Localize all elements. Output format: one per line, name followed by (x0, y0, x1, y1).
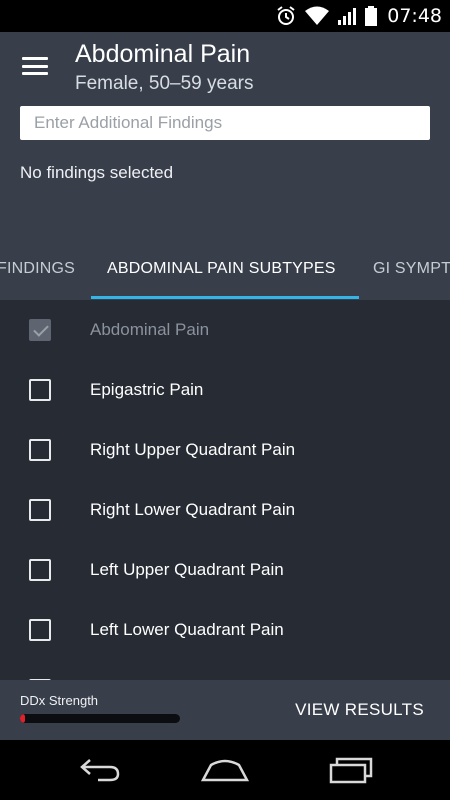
list-item-partial[interactable] (0, 660, 450, 680)
checkbox[interactable] (29, 619, 51, 641)
list-item-label: Epigastric Pain (90, 380, 204, 399)
tab-gi-symptoms[interactable]: GI SYMPT (373, 237, 450, 300)
wifi-icon (305, 6, 330, 26)
list-item-label: Right Upper Quadrant Pain (90, 440, 296, 459)
list-item-label: Abdominal Pain (90, 320, 210, 339)
list-item-label: Left Lower Quadrant Pain (90, 620, 284, 639)
system-nav-bar (0, 740, 450, 800)
app-header: Abdominal Pain Female, 50–59 years No fi… (0, 32, 450, 237)
home-icon[interactable] (200, 754, 250, 786)
ddx-strength-label: DDx Strength (20, 693, 99, 708)
tab-bar: FINDINGS ABDOMINAL PAIN SUBTYPES GI SYMP… (0, 237, 450, 300)
results-footer: DDx Strength VIEW RESULTS (0, 680, 450, 740)
ddx-strength-bar (20, 714, 180, 723)
recents-icon[interactable] (326, 754, 376, 786)
findings-search-input[interactable] (20, 106, 430, 140)
tab-abdominal-pain-subtypes[interactable]: ABDOMINAL PAIN SUBTYPES (107, 237, 336, 300)
list-item[interactable]: Right Upper Quadrant Pain (0, 420, 450, 480)
back-icon[interactable] (75, 754, 125, 786)
page-title: Abdominal Pain (75, 40, 251, 68)
signal-icon (337, 6, 357, 26)
view-results-button[interactable]: VIEW RESULTS (295, 700, 424, 720)
list-item-label: Right Lower Quadrant Pain (90, 500, 296, 519)
findings-status-text: No findings selected (20, 163, 174, 182)
checkbox[interactable] (29, 439, 51, 461)
list-item[interactable]: Epigastric Pain (0, 360, 450, 420)
list-item-label: Left Upper Quadrant Pain (90, 560, 284, 579)
checkbox[interactable] (29, 379, 51, 401)
list-item[interactable]: Abdominal Pain (0, 300, 450, 360)
battery-icon (365, 6, 378, 26)
status-time: 07:48 (387, 5, 442, 27)
list-item[interactable]: Right Lower Quadrant Pain (0, 480, 450, 540)
list-item[interactable]: Left Lower Quadrant Pain (0, 600, 450, 660)
hamburger-menu-icon[interactable] (20, 54, 50, 78)
status-bar: 07:48 (0, 0, 450, 32)
list-item[interactable]: Left Upper Quadrant Pain (0, 540, 450, 600)
active-tab-indicator (91, 296, 359, 299)
checkbox[interactable] (29, 499, 51, 521)
subtype-list: Abdominal Pain Epigastric Pain Right Upp… (0, 300, 450, 680)
tab-findings[interactable]: FINDINGS (0, 237, 75, 300)
checkbox-checked[interactable] (29, 319, 51, 341)
page-subtitle: Female, 50–59 years (75, 73, 254, 94)
ddx-strength-fill (20, 714, 25, 723)
checkbox[interactable] (29, 559, 51, 581)
alarm-icon (275, 5, 297, 27)
